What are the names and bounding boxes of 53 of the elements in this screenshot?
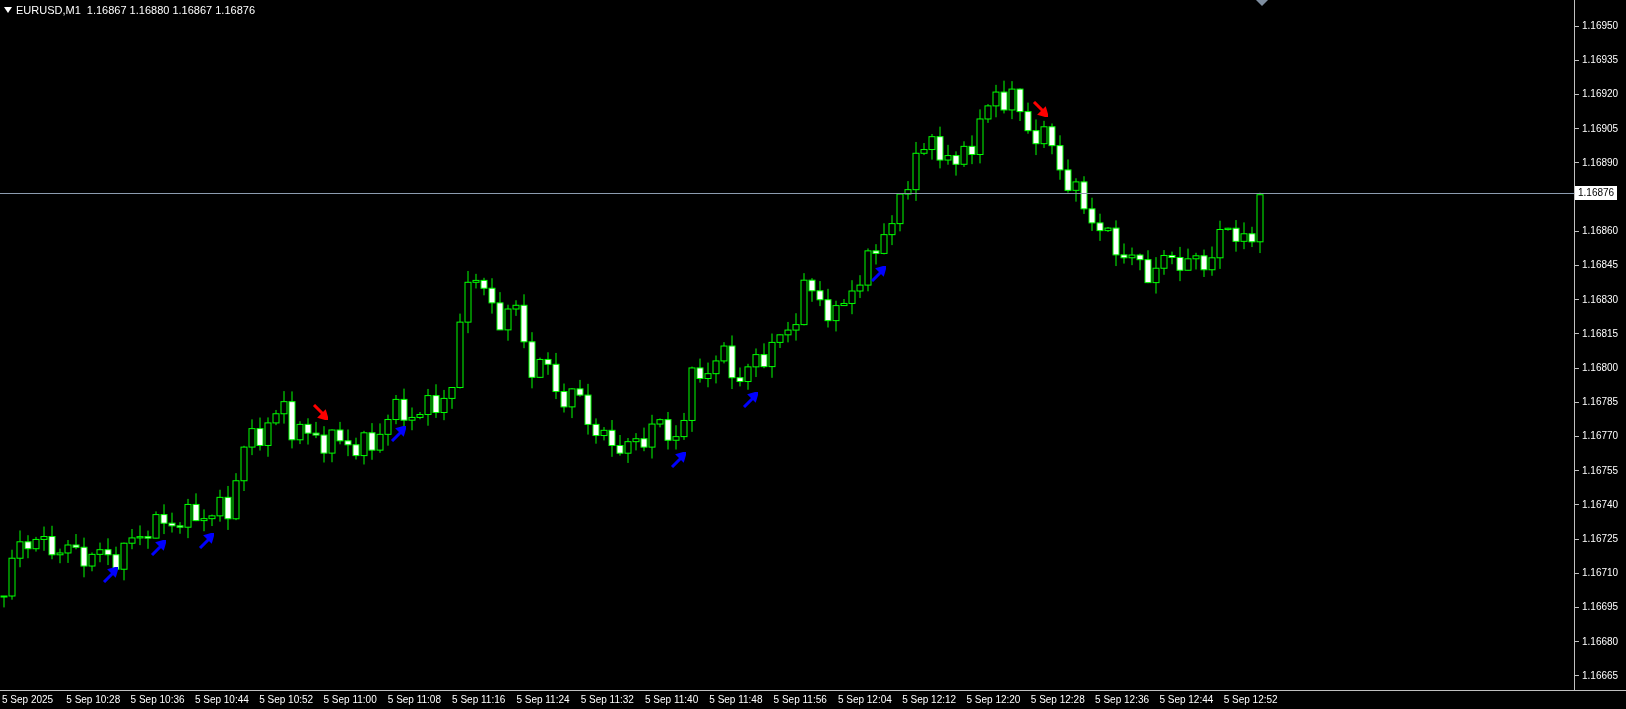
price-label: 1.16935 xyxy=(1582,53,1619,68)
time-label: 5 Sep 11:48 xyxy=(709,694,763,706)
time-label: 5 Sep 12:04 xyxy=(837,694,892,706)
price-label: 1.16725 xyxy=(1582,532,1619,546)
price-label: 1.16680 xyxy=(1582,634,1619,649)
time-label: 5 Sep 12:12 xyxy=(902,694,957,706)
price-label: 1.16950 xyxy=(1582,19,1619,33)
time-label: 5 Sep 11:08 xyxy=(387,694,441,706)
price-label: 1.16905 xyxy=(1582,121,1619,136)
price-label: 1.16785 xyxy=(1582,395,1619,410)
time-label: 5 Sep 11:56 xyxy=(773,694,827,706)
time-label: 5 Sep 11:32 xyxy=(580,694,634,706)
price-label: 1.16770 xyxy=(1582,429,1619,444)
price-label: 1.16695 xyxy=(1582,600,1619,615)
time-label: 5 Sep 10:44 xyxy=(194,694,249,706)
chart-symbol: EURUSD,M1 xyxy=(16,3,81,18)
time-label: 5 Sep 12:36 xyxy=(1095,694,1150,706)
price-label: 1.16740 xyxy=(1582,497,1619,512)
shift-marker-icon[interactable] xyxy=(1256,0,1268,6)
price-label: 1.16860 xyxy=(1582,224,1619,239)
arrow-up-right-icon xyxy=(390,426,406,443)
price-label: 1.16755 xyxy=(1582,463,1619,478)
price-label: 1.16815 xyxy=(1582,326,1619,341)
price-label: 1.16665 xyxy=(1582,668,1619,683)
time-label: 5 Sep 12:20 xyxy=(966,694,1021,706)
current-price-label: 1.16876 xyxy=(1575,186,1618,200)
arrow-down-right-icon xyxy=(1032,101,1048,118)
time-label: 5 Sep 2025 xyxy=(2,694,54,706)
price-label: 1.16920 xyxy=(1582,87,1619,102)
time-label: 5 Sep 12:28 xyxy=(1030,694,1085,706)
arrow-up-right-icon xyxy=(670,451,686,468)
time-label: 5 Sep 10:28 xyxy=(66,694,121,706)
price-label: 1.16800 xyxy=(1582,361,1619,375)
arrow-up-right-icon xyxy=(870,266,886,283)
price-label: 1.16710 xyxy=(1582,566,1619,581)
arrow-up-right-icon xyxy=(198,533,214,550)
time-label: 5 Sep 10:52 xyxy=(259,694,314,706)
arrow-up-right-icon xyxy=(742,391,758,408)
time-label: 5 Sep 10:36 xyxy=(130,694,185,706)
price-label: 1.16890 xyxy=(1582,155,1619,170)
time-label: 5 Sep 11:00 xyxy=(323,694,377,706)
chart-quote: 1.16867 1.16880 1.16867 1.16876 xyxy=(86,3,255,18)
arrow-up-right-icon xyxy=(102,567,118,584)
arrow-down-right-icon xyxy=(312,403,328,420)
price-label: 1.16830 xyxy=(1582,292,1619,307)
time-label: 5 Sep 11:16 xyxy=(452,694,506,706)
arrow-up-right-icon xyxy=(150,540,166,557)
time-label: 5 Sep 11:24 xyxy=(516,694,570,706)
time-label: 5 Sep 12:44 xyxy=(1159,694,1214,706)
time-label: 5 Sep 12:52 xyxy=(1223,694,1278,706)
time-label: 5 Sep 11:40 xyxy=(645,694,699,706)
dropdown-triangle-icon[interactable] xyxy=(4,7,12,14)
price-label: 1.16845 xyxy=(1582,258,1619,273)
